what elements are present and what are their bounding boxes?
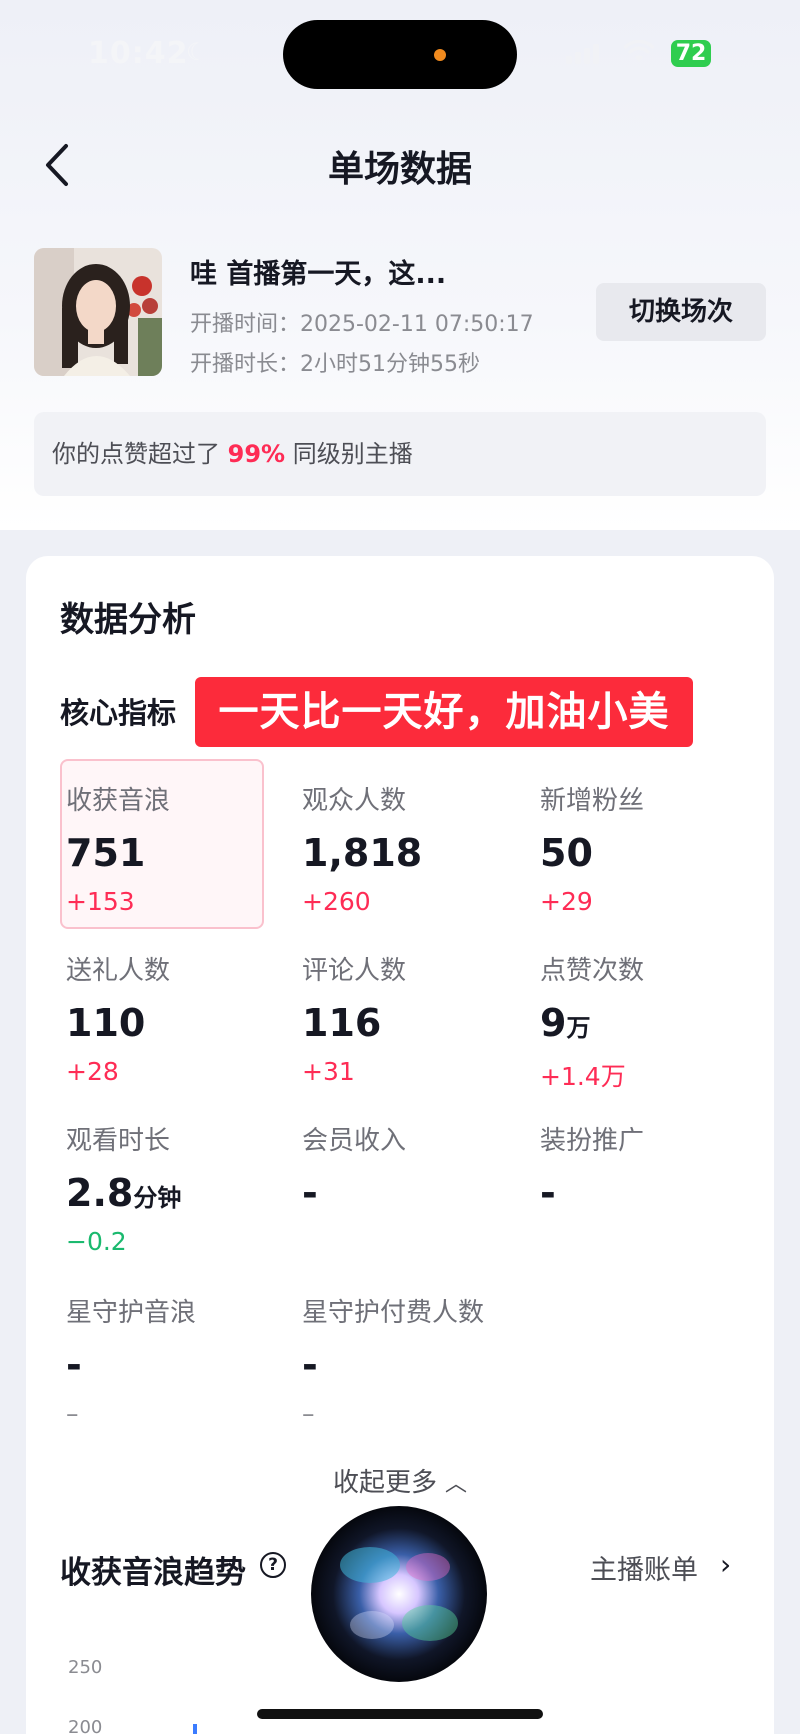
metric-value: 110 — [66, 1001, 266, 1045]
trend-title: 收获音浪趋势 — [60, 1555, 246, 1591]
metric-label: 星守护付费人数 — [302, 1298, 485, 1328]
moon-icon: ☾ — [186, 38, 208, 66]
host-bill-link[interactable]: 主播账单 — [590, 1548, 698, 1587]
collapse-button[interactable]: 收起更多 ︿ — [0, 1462, 800, 1499]
dynamic-island — [283, 20, 517, 89]
metric-cell[interactable]: 会员收入 - — [302, 1120, 502, 1215]
metric-number: 2.8 — [66, 1171, 134, 1215]
metric-number: 110 — [66, 1001, 146, 1045]
metric-number: - — [302, 1171, 318, 1215]
chart-bar — [193, 1724, 197, 1734]
metric-cell[interactable]: 观看时长 2.8分钟 −0.2 — [66, 1120, 266, 1256]
metric-value: 116 — [302, 1001, 502, 1045]
like-note-prefix: 你的点赞超过了 — [52, 440, 228, 468]
metric-value: 50 — [540, 831, 740, 875]
like-percent: 99% — [227, 440, 286, 468]
metric-label: 星守护音浪 — [66, 1298, 197, 1328]
y-tick-label: 200 — [68, 1717, 103, 1734]
section-title: 数据分析 — [60, 600, 196, 640]
collapse-label: 收起更多 — [332, 1468, 437, 1498]
metric-cell[interactable]: 新增粉丝 50 +29 — [540, 780, 740, 916]
metric-cell[interactable]: 收获音浪 751 +153 — [66, 780, 266, 916]
metric-cell[interactable]: 评论人数 116 +31 — [302, 950, 502, 1086]
metric-number: 50 — [540, 831, 593, 875]
metric-delta: +31 — [302, 1057, 355, 1086]
metric-cell[interactable]: 星守护音浪 - – — [66, 1292, 266, 1428]
live-duration: 开播时长：2小时51分钟55秒 — [190, 352, 480, 377]
wifi-icon — [623, 39, 655, 71]
metric-delta: – — [66, 1399, 79, 1428]
metric-cell[interactable]: 装扮推广 - — [540, 1120, 740, 1215]
metric-delta: +29 — [540, 887, 593, 916]
metric-number: - — [66, 1343, 82, 1387]
chevron-up-icon: ︿ — [445, 1472, 468, 1497]
metric-label: 送礼人数 — [66, 956, 171, 986]
cellular-signal-icon — [566, 44, 599, 64]
metric-delta: +153 — [66, 887, 135, 916]
like-ranking-note: 你的点赞超过了 99% 同级别主播 — [34, 412, 766, 496]
metric-label: 会员收入 — [302, 1126, 407, 1156]
metric-cell[interactable]: 观众人数 1,818 +260 — [302, 780, 502, 916]
metric-label: 收获音浪 — [66, 786, 171, 816]
metric-unit: 万 — [566, 1014, 591, 1042]
question-circle-icon[interactable]: ? — [260, 1552, 286, 1578]
metric-number: - — [540, 1171, 556, 1215]
metric-cell[interactable]: 点赞次数 9万 +1.4万 — [540, 950, 740, 1093]
caption-banner: 一天比一天好，加油小美 — [195, 677, 693, 747]
metric-unit: 分钟 — [133, 1184, 182, 1212]
metric-label: 装扮推广 — [540, 1126, 645, 1156]
metric-value: 2.8分钟 — [66, 1171, 266, 1215]
live-start-time: 开播时间：2025-02-11 07:50:17 — [190, 312, 534, 337]
battery-indicator: 72 — [671, 40, 711, 67]
switch-session-button[interactable]: 切换场次 — [596, 283, 766, 341]
metric-label: 新增粉丝 — [540, 786, 645, 816]
privacy-indicator-icon — [434, 49, 446, 61]
metric-delta: +28 — [66, 1057, 119, 1086]
metric-number: - — [302, 1343, 318, 1387]
siri-orb-icon[interactable] — [310, 1505, 488, 1683]
metric-cell[interactable]: 星守护付费人数 - – — [302, 1292, 502, 1428]
metric-delta: +1.4万 — [540, 1062, 626, 1091]
home-indicator — [257, 1709, 543, 1719]
core-metrics-label: 核心指标 — [60, 696, 177, 730]
metric-cell[interactable]: 送礼人数 110 +28 — [66, 950, 266, 1086]
metric-number: 116 — [302, 1001, 382, 1045]
metric-delta: – — [302, 1399, 315, 1428]
y-tick-label: 250 — [68, 1657, 103, 1678]
metric-value: - — [302, 1171, 502, 1215]
metric-delta: −0.2 — [66, 1227, 127, 1256]
chevron-right-icon[interactable]: › — [720, 1548, 731, 1581]
metric-label: 观看时长 — [66, 1126, 171, 1156]
metric-value: 9万 — [540, 1001, 740, 1045]
metric-label: 观众人数 — [302, 786, 407, 816]
metric-value: - — [66, 1343, 266, 1387]
page-title: 单场数据 — [327, 149, 472, 190]
metric-value: 1,818 — [302, 831, 502, 875]
live-thumbnail[interactable] — [34, 248, 162, 376]
metric-value: - — [540, 1171, 740, 1215]
metric-label: 评论人数 — [302, 956, 407, 986]
metric-number: 751 — [66, 831, 146, 875]
metric-value: - — [302, 1343, 502, 1387]
metric-number: 1,818 — [302, 831, 423, 875]
metric-delta: +260 — [302, 887, 371, 916]
like-note-suffix: 同级别主播 — [285, 440, 413, 468]
metric-number: 9 — [540, 1001, 567, 1045]
status-time: 10:42 — [88, 36, 189, 71]
metric-label: 点赞次数 — [540, 956, 645, 986]
live-title: 哇 首播第一天，这... — [190, 259, 447, 290]
metric-value: 751 — [66, 831, 266, 875]
